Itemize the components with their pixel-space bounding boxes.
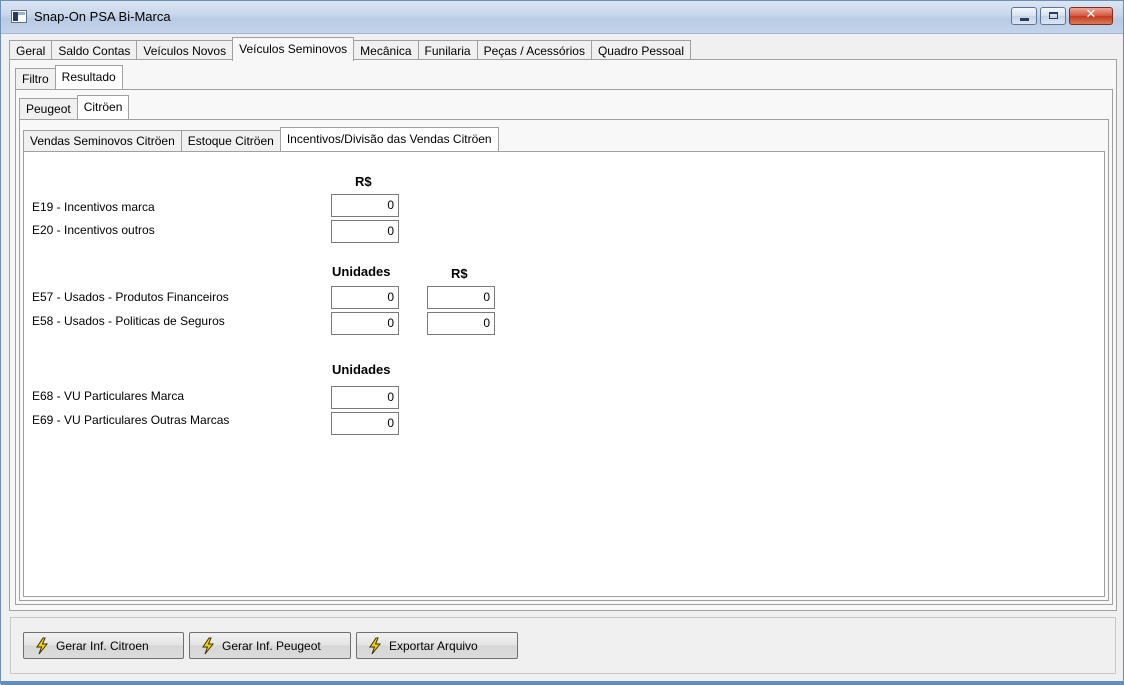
label-e20: E20 - Incentivos outros — [32, 223, 155, 237]
field-e20[interactable]: 0 — [331, 220, 399, 243]
gerar-peugeot-button[interactable]: Gerar Inf. Peugeot — [189, 632, 351, 659]
field-e58-units[interactable]: 0 — [331, 312, 399, 335]
field-e19[interactable]: 0 — [331, 194, 399, 217]
main-tabstrip: Geral Saldo Contas Veículos Novos Veícul… — [9, 37, 692, 61]
header-rs-2: R$ — [451, 266, 468, 281]
label-e58: E58 - Usados - Politicas de Seguros — [32, 314, 225, 328]
field-e57-units[interactable]: 0 — [331, 286, 399, 309]
exportar-arquivo-button[interactable]: Exportar Arquivo — [356, 632, 518, 659]
label-e19: E19 - Incentivos marca — [32, 200, 155, 214]
lightning-bolt-icon — [36, 637, 49, 654]
main-window: Snap-On PSA Bi-Marca ✕ Geral Saldo Conta… — [0, 0, 1124, 685]
lightning-bolt-icon — [202, 637, 215, 654]
header-rs: R$ — [355, 174, 372, 189]
field-e68[interactable]: 0 — [331, 386, 399, 409]
header-unidades: Unidades — [332, 264, 391, 279]
app-window-icon — [11, 10, 27, 23]
tab-veiculos-novos[interactable]: Veículos Novos — [136, 40, 234, 61]
tab-incentivos-divisao[interactable]: Incentivos/Divisão das Vendas Citröen — [279, 127, 499, 151]
label-e57: E57 - Usados - Produtos Financeiros — [32, 290, 229, 304]
lightning-bolt-icon — [369, 637, 382, 654]
tab-geral[interactable]: Geral — [9, 40, 53, 61]
window-title: Snap-On PSA Bi-Marca — [34, 9, 171, 24]
label-e68: E68 - VU Particulares Marca — [32, 389, 185, 403]
window-bottom-edge — [1, 681, 1124, 685]
header-unidades-2: Unidades — [332, 362, 391, 377]
exportar-arquivo-label: Exportar Arquivo — [389, 638, 478, 653]
label-e69: E69 - VU Particulares Outras Marcas — [32, 413, 230, 427]
gerar-peugeot-label: Gerar Inf. Peugeot — [222, 638, 321, 653]
tab-quadro-pessoal[interactable]: Quadro Pessoal — [590, 40, 692, 61]
field-e58-money[interactable]: 0 — [427, 312, 495, 335]
tab-resultado[interactable]: Resultado — [54, 65, 123, 89]
gerar-citroen-button[interactable]: Gerar Inf. Citroen — [23, 632, 184, 659]
tab-funilaria[interactable]: Funilaria — [417, 40, 478, 61]
tab-filtro[interactable]: Filtro — [15, 68, 56, 89]
tab-mecanica[interactable]: Mecânica — [353, 40, 419, 61]
field-e57-money[interactable]: 0 — [427, 286, 495, 309]
title-bar[interactable]: Snap-On PSA Bi-Marca ✕ — [1, 1, 1123, 34]
tab-citroen[interactable]: Citröen — [76, 95, 130, 119]
minimize-button[interactable] — [1011, 7, 1037, 25]
tab-saldo-contas[interactable]: Saldo Contas — [51, 40, 138, 61]
maximize-icon — [1049, 12, 1058, 19]
close-button[interactable]: ✕ — [1069, 7, 1113, 25]
tab-vendas-seminovos[interactable]: Vendas Seminovos Citröen — [23, 130, 182, 151]
brand-tabstrip: Peugeot Citröen — [19, 95, 130, 119]
tab-peugeot[interactable]: Peugeot — [19, 98, 78, 119]
tab-estoque[interactable]: Estoque Citröen — [180, 130, 281, 151]
field-e69[interactable]: 0 — [331, 412, 399, 435]
tab-pecas-acessorios[interactable]: Peças / Acessórios — [476, 40, 592, 61]
close-icon: ✕ — [1085, 7, 1097, 22]
report-panel — [23, 151, 1105, 597]
gerar-citroen-label: Gerar Inf. Citroen — [56, 638, 149, 653]
tab-veiculos-seminovos[interactable]: Veículos Seminovos — [232, 37, 355, 61]
sub-tabstrip: Filtro Resultado — [15, 65, 123, 89]
minimize-icon — [1020, 18, 1029, 21]
report-tabstrip: Vendas Seminovos Citröen Estoque Citröen… — [23, 127, 499, 151]
maximize-button[interactable] — [1040, 7, 1066, 25]
